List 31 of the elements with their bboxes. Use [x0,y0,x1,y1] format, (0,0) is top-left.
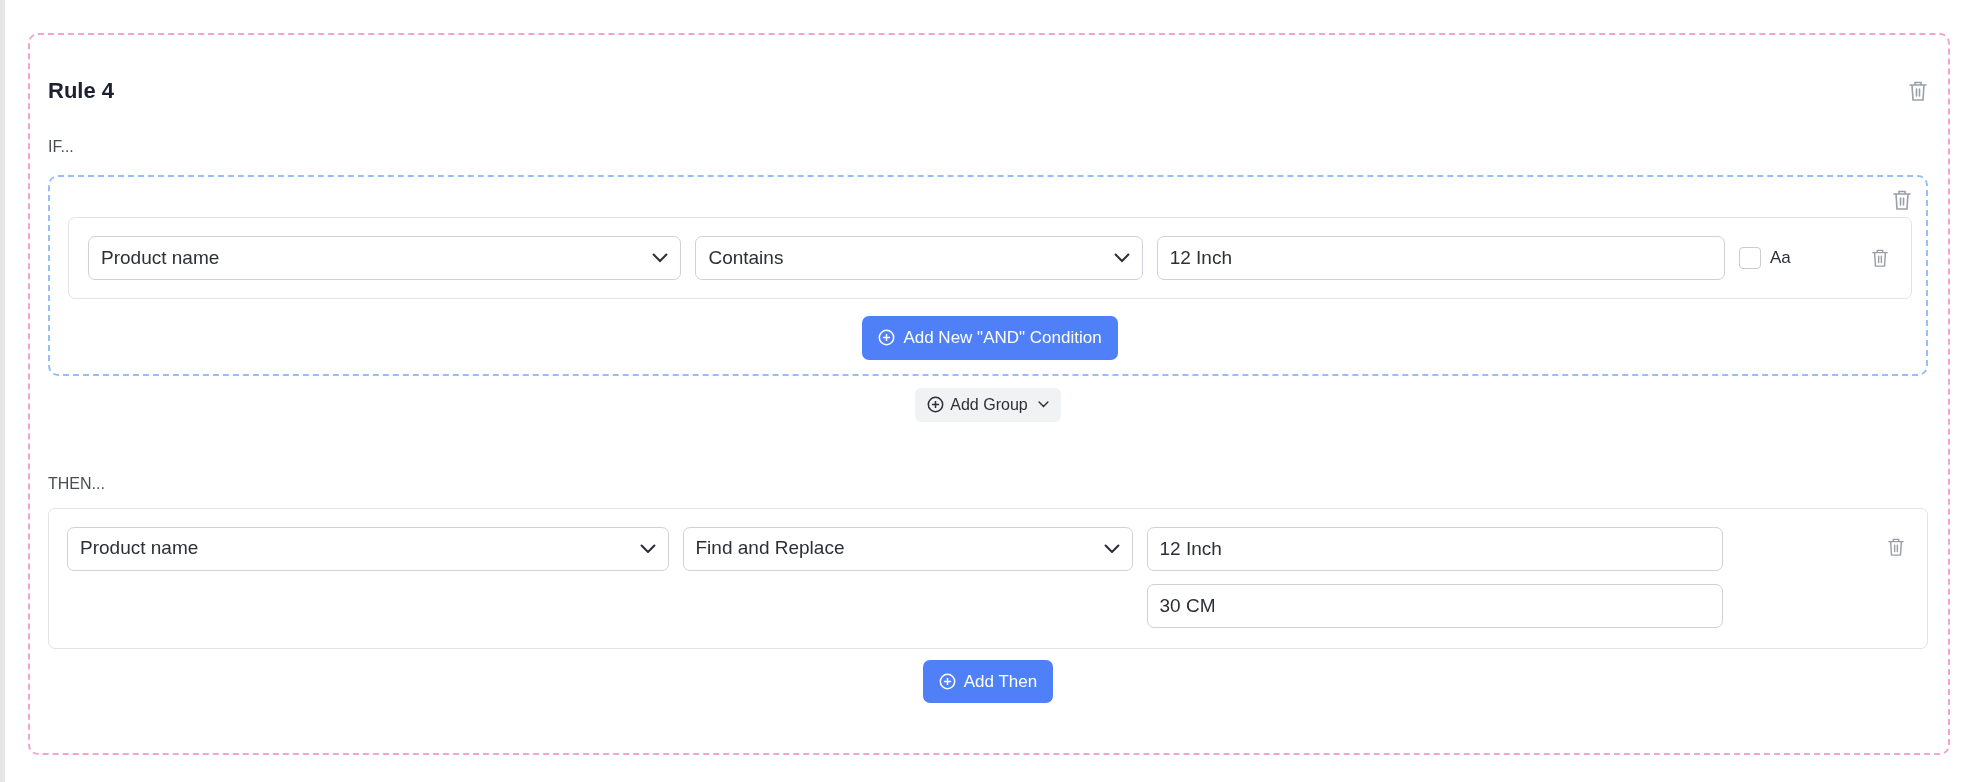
dropdown[interactable]: Find and Replace [682,526,1133,571]
add-condition-button[interactable]: Add New "AND" Condition [862,316,1118,360]
add-group-button[interactable]: Add Group [915,387,1061,422]
trash-icon[interactable] [1892,189,1912,211]
case-label: Aa [1770,247,1791,270]
chevron-down-icon [639,543,656,554]
dropdown[interactable]: Product name [88,236,682,280]
chevron-down-icon [652,253,669,263]
dropdown-value: Contains [708,245,784,270]
dropdown-value: Product name [101,245,220,270]
trash-icon[interactable] [1887,536,1905,557]
dropdown[interactable]: Contains [695,236,1143,280]
section-label: THEN... [48,473,106,494]
dropdown-value: Product name [80,536,199,561]
replace-input[interactable]: 30 CM [1146,583,1723,628]
chevron-down-icon [1113,253,1130,263]
case-checkbox[interactable] [1739,247,1761,269]
plus-circle-icon [938,672,956,690]
plus-circle-icon [927,396,945,413]
dropdown[interactable]: Product name [67,526,669,571]
chevron-down-icon [1037,401,1049,408]
value-input[interactable]: 12 Inch [1156,236,1725,280]
rule-title: Rule 4 [48,77,115,105]
plus-circle-icon [878,329,896,347]
section-label: IF... [48,137,75,157]
find-input[interactable]: 12 Inch [1146,526,1723,571]
add-then-button[interactable]: Add Then [922,659,1054,703]
trash-icon[interactable] [1871,248,1889,268]
dropdown-value: Find and Replace [695,536,845,561]
chevron-down-icon [1103,543,1120,554]
trash-icon[interactable] [1908,79,1928,102]
